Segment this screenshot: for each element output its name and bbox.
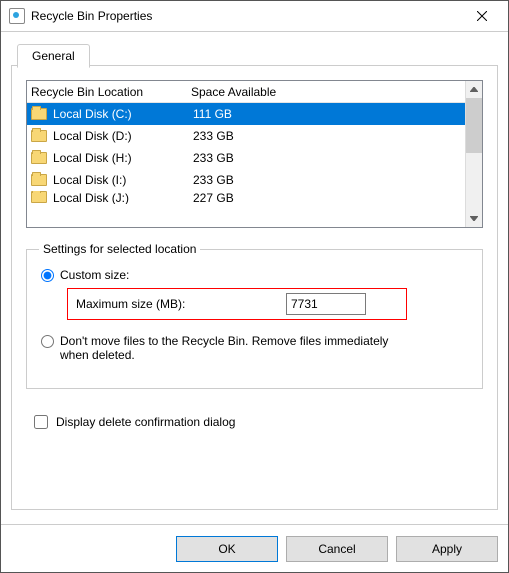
scroll-thumb[interactable]: [466, 98, 482, 153]
folder-icon: [31, 174, 47, 186]
apply-button[interactable]: Apply: [396, 536, 498, 562]
scrollbar[interactable]: [465, 81, 482, 227]
settings-group: Settings for selected location Custom si…: [26, 242, 483, 389]
dialog-content: General Recycle Bin Location Space Avail…: [1, 32, 508, 524]
column-location[interactable]: Recycle Bin Location: [31, 85, 191, 99]
drive-list[interactable]: Recycle Bin Location Space Available Loc…: [26, 80, 483, 228]
list-item[interactable]: Local Disk (I:) 233 GB: [27, 169, 465, 191]
folder-icon: [31, 191, 47, 203]
cancel-button[interactable]: Cancel: [286, 536, 388, 562]
dont-move-option[interactable]: Don't move files to the Recycle Bin. Rem…: [41, 334, 466, 362]
column-space[interactable]: Space Available: [191, 85, 465, 99]
list-item[interactable]: Local Disk (H:) 233 GB: [27, 147, 465, 169]
tab-strip: General: [11, 42, 498, 66]
scroll-up-button[interactable]: [466, 81, 482, 98]
tab-panel: Recycle Bin Location Space Available Loc…: [11, 66, 498, 510]
max-size-input[interactable]: [286, 293, 366, 315]
list-item[interactable]: Local Disk (C:) 111 GB: [27, 103, 465, 125]
recycle-bin-icon: [9, 8, 25, 24]
settings-legend: Settings for selected location: [39, 242, 200, 256]
max-size-label: Maximum size (MB):: [76, 297, 286, 311]
list-header[interactable]: Recycle Bin Location Space Available: [27, 81, 465, 103]
properties-window: Recycle Bin Properties General Recycle B…: [0, 0, 509, 573]
dont-move-label: Don't move files to the Recycle Bin. Rem…: [60, 334, 400, 362]
confirm-delete-option[interactable]: Display delete confirmation dialog: [34, 415, 483, 429]
window-title: Recycle Bin Properties: [31, 9, 460, 23]
scroll-down-button[interactable]: [466, 210, 482, 227]
list-item[interactable]: Local Disk (D:) 233 GB: [27, 125, 465, 147]
confirm-delete-checkbox[interactable]: [34, 415, 48, 429]
ok-button[interactable]: OK: [176, 536, 278, 562]
custom-size-label: Custom size:: [60, 268, 129, 282]
close-button[interactable]: [460, 1, 504, 31]
tab-general[interactable]: General: [17, 44, 90, 68]
confirm-delete-label: Display delete confirmation dialog: [56, 415, 235, 429]
dialog-footer: OK Cancel Apply: [1, 524, 508, 572]
folder-icon: [31, 152, 47, 164]
titlebar[interactable]: Recycle Bin Properties: [1, 1, 508, 32]
dont-move-radio[interactable]: [41, 335, 54, 348]
folder-icon: [31, 130, 47, 142]
custom-size-radio[interactable]: [41, 269, 54, 282]
list-item[interactable]: Local Disk (J:) 227 GB: [27, 191, 465, 204]
max-size-row: Maximum size (MB):: [67, 288, 407, 320]
folder-icon: [31, 108, 47, 120]
custom-size-option[interactable]: Custom size:: [41, 268, 466, 282]
